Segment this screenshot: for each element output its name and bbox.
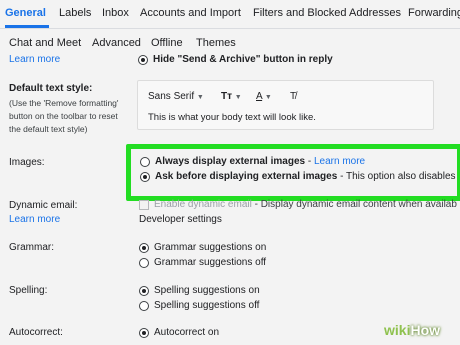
- images-label: Images:: [9, 157, 45, 168]
- font-size-select[interactable]: Tт ▼: [221, 91, 242, 102]
- autocorrect-on-radio[interactable]: [139, 328, 149, 338]
- tab-forwarding[interactable]: Forwarding: [408, 7, 460, 19]
- tab-general[interactable]: General: [5, 7, 46, 19]
- active-tab-indicator: [5, 25, 49, 28]
- font-size-icon: Tт: [221, 91, 233, 102]
- always-display-images-label: Always display external images: [155, 156, 306, 167]
- text-style-editor: Sans Serif ▼ Tт ▼ A ▼ T̸ This is what yo…: [137, 80, 434, 130]
- settings-tabs-secondary: Chat and Meet Advanced Offline Themes: [0, 29, 460, 51]
- developer-settings-link[interactable]: Developer settings: [139, 214, 222, 225]
- dynamic-email-learn-more-link[interactable]: Learn more: [9, 214, 60, 225]
- font-family-select[interactable]: Sans Serif ▼: [148, 91, 204, 102]
- spelling-off-label: Spelling suggestions off: [154, 300, 260, 311]
- grammar-on-label: Grammar suggestions on: [154, 242, 267, 253]
- always-display-images-radio[interactable]: [140, 157, 150, 167]
- font-family-caret-icon: ▼: [196, 94, 204, 101]
- grammar-off-radio[interactable]: [139, 258, 149, 268]
- text-color-select[interactable]: A ▼: [256, 91, 272, 102]
- tab-labels[interactable]: Labels: [59, 7, 91, 19]
- enable-dynamic-email-desc: - Display dynamic email content when ava…: [251, 199, 457, 210]
- spelling-on-label: Spelling suggestions on: [154, 285, 260, 296]
- send-archive-learn-more-link[interactable]: Learn more: [9, 54, 60, 65]
- tab-advanced[interactable]: Advanced: [92, 37, 141, 49]
- default-text-style-desc-line-1: (Use the 'Remove formatting': [9, 98, 119, 108]
- always-display-images-option: Always display external images - Learn m…: [155, 156, 365, 167]
- autocorrect-on-label: Autocorrect on: [154, 327, 220, 338]
- remove-formatting-icon: T̸: [290, 91, 297, 102]
- default-text-style-desc-line-3: the default text style): [9, 124, 88, 134]
- wikihow-watermark-logo: wikiHow: [384, 322, 440, 338]
- grammar-label: Grammar:: [9, 242, 54, 253]
- text-style-preview: This is what your body text will look li…: [148, 112, 316, 123]
- tab-accounts-and-import[interactable]: Accounts and Import: [140, 7, 241, 19]
- ask-before-display-label: Ask before displaying external images: [155, 171, 338, 182]
- send-archive-hide-radio[interactable]: [138, 55, 148, 65]
- spelling-off-radio[interactable]: [139, 301, 149, 311]
- dynamic-email-label: Dynamic email:: [9, 200, 78, 211]
- ask-before-display-option: Ask before displaying external images - …: [155, 171, 456, 182]
- remove-formatting-button[interactable]: T̸: [290, 91, 296, 102]
- text-color-caret-icon: ▼: [264, 94, 272, 101]
- tab-filters-and-blocked-addresses[interactable]: Filters and Blocked Addresses: [253, 7, 401, 19]
- send-archive-hide-label: Hide "Send & Archive" button in reply: [153, 54, 333, 65]
- images-learn-more-link[interactable]: Learn more: [314, 156, 365, 167]
- enable-dynamic-email-checkbox[interactable]: [139, 200, 149, 210]
- ask-before-display-suffix: - This option also disables: [337, 171, 456, 182]
- font-family-value: Sans Serif: [148, 91, 195, 102]
- tab-themes[interactable]: Themes: [196, 37, 236, 49]
- tab-inbox[interactable]: Inbox: [102, 7, 129, 19]
- spelling-label: Spelling:: [9, 285, 48, 296]
- wikihow-watermark-how: How: [410, 322, 441, 338]
- enable-dynamic-email-option: Enable dynamic email - Display dynamic e…: [154, 199, 457, 210]
- spelling-on-radio[interactable]: [139, 286, 149, 296]
- font-size-caret-icon: ▼: [234, 94, 242, 101]
- always-display-images-separator: -: [305, 156, 314, 167]
- ask-before-display-radio[interactable]: [140, 172, 150, 182]
- settings-tabs-primary: General Labels Inbox Accounts and Import…: [0, 0, 460, 29]
- tab-offline[interactable]: Offline: [151, 37, 183, 49]
- text-color-icon: A: [256, 91, 263, 102]
- grammar-on-radio[interactable]: [139, 243, 149, 253]
- autocorrect-label: Autocorrect:: [9, 327, 63, 338]
- default-text-style-label: Default text style:: [9, 83, 93, 94]
- default-text-style-desc-line-2: button on the toolbar to reset: [9, 111, 118, 121]
- wikihow-watermark-wiki: wiki: [384, 322, 411, 338]
- tab-chat-and-meet[interactable]: Chat and Meet: [9, 37, 81, 49]
- enable-dynamic-email-label: Enable dynamic email: [154, 199, 252, 210]
- grammar-off-label: Grammar suggestions off: [154, 257, 267, 268]
